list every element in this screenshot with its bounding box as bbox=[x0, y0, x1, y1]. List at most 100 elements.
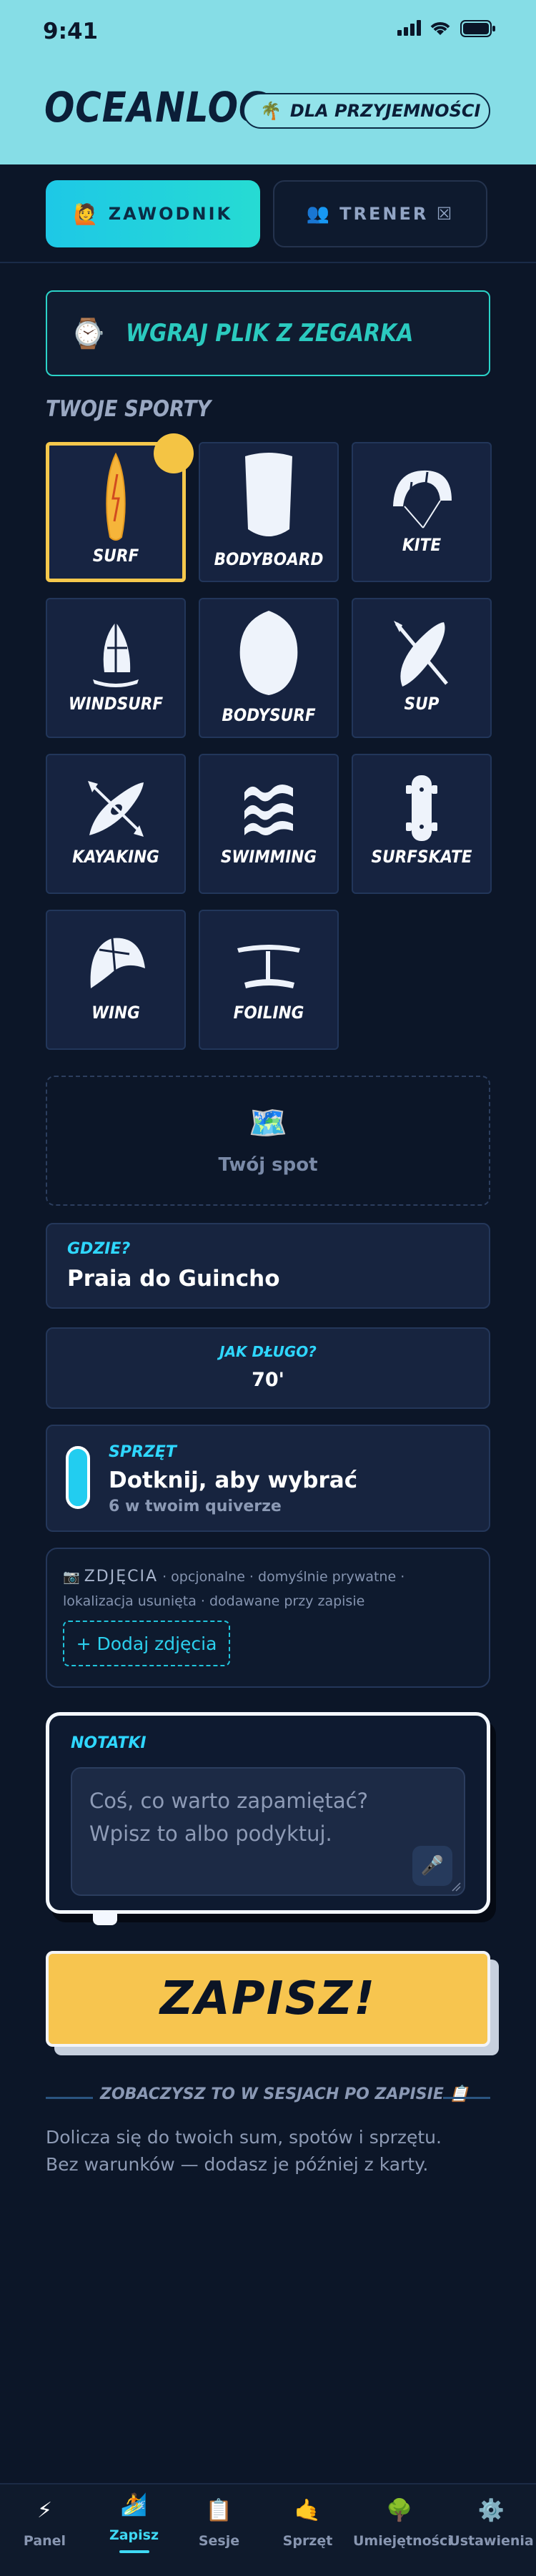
resize-handle-icon[interactable] bbox=[451, 1882, 461, 1892]
divider-right bbox=[443, 2097, 490, 2099]
kite-icon bbox=[393, 470, 452, 529]
tab-label: Zapisz bbox=[109, 2527, 159, 2543]
spot-label: Twój spot bbox=[218, 1154, 318, 1176]
tab-label: Sprzęt bbox=[282, 2533, 333, 2549]
notes-tail bbox=[93, 1914, 117, 1925]
tab-sprzet[interactable]: 🤙 Sprzęt bbox=[263, 2496, 352, 2550]
sport-tile-wing[interactable]: WING bbox=[46, 910, 186, 1050]
mode-chip[interactable]: 🌴 DLA PRZYJEMNOŚCI bbox=[243, 93, 490, 129]
people-icon: 👥 bbox=[306, 203, 330, 225]
tab-zapisz[interactable]: 🏄 Zapisz bbox=[89, 2490, 179, 2544]
skateboard-icon bbox=[406, 775, 437, 841]
where-value: Praia do Guincho bbox=[67, 1266, 280, 1292]
sport-tile-label: KITE bbox=[402, 535, 442, 555]
spot-picker[interactable]: 🗺️ Twój spot bbox=[46, 1076, 490, 1206]
handplane-icon bbox=[239, 611, 298, 695]
sport-tile-label: SWIMMING bbox=[220, 847, 317, 867]
tab-umiejetnosci[interactable]: 🌳 Umiejętności bbox=[353, 2496, 452, 2550]
tab-ustawienia[interactable]: ⚙️ Ustawienia bbox=[447, 2496, 536, 2550]
tab-athlete-label: ZAWODNIK bbox=[108, 204, 233, 224]
gear-label: SPRZĘT bbox=[109, 1443, 177, 1461]
tab-label: Umiejętności bbox=[353, 2533, 452, 2549]
notes-textarea[interactable]: Coś, co warto zapamiętać? Wpisz to albo … bbox=[71, 1767, 465, 1896]
sport-tile-label: BODYBOARD bbox=[214, 549, 324, 569]
palm-tree-icon: 🌴 bbox=[260, 101, 282, 121]
duration-label: JAK DŁUGO? bbox=[219, 1343, 317, 1360]
gear-value: Dotknij, aby wybrać bbox=[109, 1468, 358, 1493]
tab-panel[interactable]: ⚡ Panel bbox=[0, 2496, 89, 2550]
sport-tile-kayaking[interactable]: KAYAKING bbox=[46, 754, 186, 894]
tab-sesje[interactable]: 📋 Sesje bbox=[174, 2496, 264, 2550]
gear-sub: 6 w twoim quiverze bbox=[109, 1498, 282, 1515]
kayak-icon bbox=[88, 781, 144, 837]
lightning-icon: ⚡ bbox=[36, 2497, 53, 2523]
notes-card: NOTATKI Coś, co warto zapamiętać? Wpisz … bbox=[46, 1712, 490, 1914]
tab-coach[interactable]: 👥 TRENER ☒ bbox=[273, 180, 487, 247]
sport-tile-swimming[interactable]: SWIMMING bbox=[199, 754, 339, 894]
sport-tile-label: BODYSURF bbox=[222, 705, 316, 725]
sport-tile-label: WINDSURF bbox=[68, 694, 164, 714]
gear-field[interactable]: SPRZĘT Dotknij, aby wybrać 6 w twoim qui… bbox=[46, 1425, 490, 1532]
notes-placeholder-line1: Coś, co warto zapamiętać? bbox=[89, 1789, 368, 1813]
sport-tile-foiling[interactable]: FOILING bbox=[199, 910, 339, 1050]
sport-tile-bodyboard[interactable]: BODYBOARD bbox=[199, 442, 339, 582]
wing-icon bbox=[90, 938, 145, 988]
sport-tile-label: SURF bbox=[92, 546, 139, 566]
duration-value: 70' bbox=[252, 1369, 284, 1391]
upload-label: WGRAJ PLIK Z ZEGARKA bbox=[125, 319, 414, 348]
sport-tile-label: FOILING bbox=[233, 1003, 304, 1023]
where-field[interactable]: GDZIE? Praia do Guincho bbox=[46, 1223, 490, 1309]
shaka-icon: 🤙 bbox=[294, 2497, 322, 2523]
microphone-icon: 🎤 bbox=[420, 1855, 445, 1877]
divider-left bbox=[46, 2097, 93, 2099]
tree-icon: 🌳 bbox=[386, 2497, 413, 2523]
sport-tile-surfskate[interactable]: SURFSKATE bbox=[352, 754, 492, 894]
clipboard-icon: 📋 bbox=[205, 2497, 233, 2523]
selected-badge bbox=[154, 433, 194, 473]
windsurf-icon bbox=[93, 622, 139, 687]
mode-chip-label: DLA PRZYJEMNOŚCI bbox=[289, 101, 481, 121]
tab-label: Sesje bbox=[198, 2533, 240, 2549]
tab-athlete[interactable]: 🙋 ZAWODNIK bbox=[46, 180, 260, 247]
save-button[interactable]: ZAPISZ! bbox=[46, 1951, 490, 2047]
wifi-icon bbox=[430, 22, 450, 35]
app-title: OCEANLOG bbox=[44, 83, 269, 132]
sports-title: TWOJE SPORTY bbox=[46, 396, 212, 422]
surfboard-icon bbox=[106, 453, 126, 541]
sport-tile-bodysurf[interactable]: BODYSURF bbox=[199, 598, 339, 738]
photos-section: 📷 ZDJĘCIA · opcjonalne · domyślnie prywa… bbox=[46, 1548, 490, 1688]
signal-icon bbox=[397, 20, 421, 36]
sport-tile-label: SURFSKATE bbox=[371, 847, 472, 867]
add-photos-button[interactable]: + Dodaj zdjęcia bbox=[63, 1621, 230, 1666]
status-time: 9:41 bbox=[43, 19, 99, 44]
board-icon bbox=[66, 1446, 90, 1509]
sport-tile-kite[interactable]: KITE bbox=[352, 442, 492, 582]
sport-tile-windsurf[interactable]: WINDSURF bbox=[46, 598, 186, 738]
notes-placeholder-line2: Wpisz to albo podyktuj. bbox=[89, 1822, 332, 1846]
map-icon: 🗺️ bbox=[248, 1105, 288, 1141]
bodyboard-icon bbox=[245, 453, 292, 536]
tab-coach-label: TRENER ☒ bbox=[339, 204, 455, 224]
sport-tile-label: SUP bbox=[404, 694, 440, 714]
sport-tile-label: WING bbox=[91, 1003, 140, 1023]
sport-tile-label: KAYAKING bbox=[72, 847, 159, 867]
duration-field[interactable]: JAK DŁUGO? 70' bbox=[46, 1327, 490, 1409]
sport-tile-sup[interactable]: SUP bbox=[352, 598, 492, 738]
photos-title: ZDJĘCIA bbox=[84, 1568, 159, 1586]
photos-header: 📷 ZDJĘCIA · opcjonalne · domyślnie prywa… bbox=[63, 1565, 477, 1613]
waves-icon bbox=[244, 785, 293, 835]
tab-label: Ustawienia bbox=[449, 2533, 534, 2549]
battery-icon bbox=[460, 20, 495, 37]
gear-icon: ⚙️ bbox=[477, 2497, 505, 2523]
surfer-icon: 🏄 bbox=[120, 2492, 148, 2517]
info-text: Dolicza się do twoich sum, spotów i sprz… bbox=[46, 2127, 442, 2175]
where-label: GDZIE? bbox=[67, 1240, 131, 1258]
active-tab-indicator bbox=[119, 2550, 149, 2553]
sup-icon bbox=[394, 621, 448, 687]
upload-watch-file-button[interactable]: ⌚ WGRAJ PLIK Z ZEGARKA bbox=[46, 290, 490, 376]
dictate-button[interactable]: 🎤 bbox=[412, 1846, 452, 1886]
divider bbox=[0, 262, 536, 263]
info-heading: ZOBACZYSZ TO W SESJACH PO ZAPISIE 📋 bbox=[100, 2085, 469, 2103]
watch-icon: ⌚ bbox=[70, 317, 106, 350]
notes-label: NOTATKI bbox=[71, 1734, 147, 1752]
